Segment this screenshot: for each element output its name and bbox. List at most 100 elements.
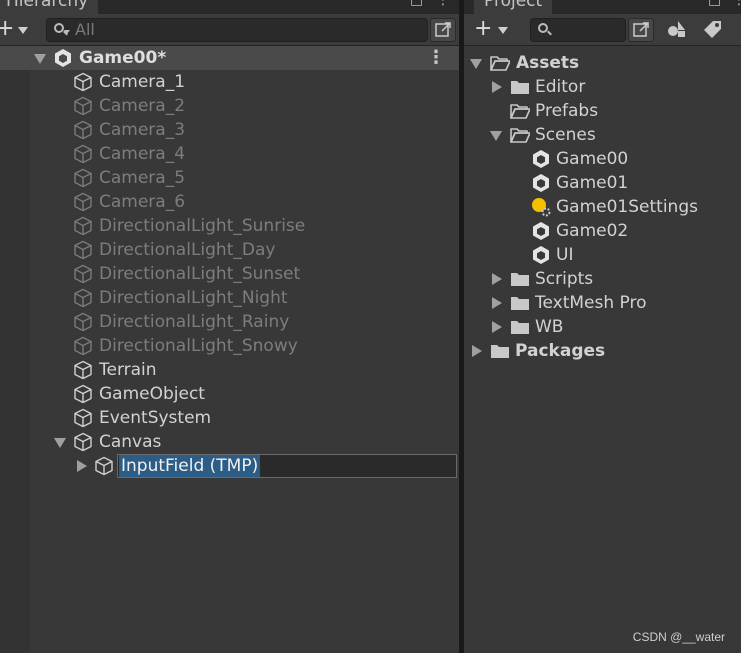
tree-item-file[interactable]: Game01 bbox=[464, 171, 741, 195]
foldout-expanded-icon[interactable] bbox=[54, 438, 66, 448]
hierarchy-item-label: DirectionalLight_Sunset bbox=[99, 264, 301, 284]
gameobject-cube-icon bbox=[74, 360, 92, 380]
hierarchy-item-label: GameObject bbox=[99, 384, 205, 404]
scene-header-row[interactable]: Game00* ⋮ bbox=[0, 46, 459, 70]
gameobject-cube-icon bbox=[74, 264, 92, 284]
unity-scene-icon bbox=[533, 246, 549, 264]
more-options-icon[interactable]: ⋮ bbox=[732, 0, 741, 7]
gameobject-cube-icon bbox=[74, 192, 92, 212]
folder-icon bbox=[511, 297, 529, 310]
tree-item-file[interactable]: Game00 bbox=[464, 147, 741, 171]
hierarchy-tab[interactable]: Hierarchy bbox=[0, 0, 99, 14]
tree-item-label: Game01 bbox=[556, 173, 629, 193]
create-dropdown-button[interactable]: + bbox=[0, 18, 34, 42]
hierarchy-item-label: Camera_6 bbox=[99, 192, 186, 212]
project-search-input[interactable] bbox=[530, 18, 626, 42]
plus-icon: + bbox=[0, 16, 15, 41]
tree-item-file[interactable]: Game02 bbox=[464, 219, 741, 243]
tree-item-folder[interactable]: WB bbox=[464, 315, 741, 339]
unity-scene-icon bbox=[533, 174, 549, 192]
project-toolbar: + bbox=[464, 14, 741, 46]
popout-icon bbox=[435, 22, 451, 37]
tree-item-file[interactable]: UI bbox=[464, 243, 741, 267]
hierarchy-search-input[interactable]: All bbox=[46, 18, 428, 42]
search-icon bbox=[538, 23, 548, 33]
tree-item-label: Prefabs bbox=[535, 101, 599, 121]
foldout-collapsed-icon[interactable] bbox=[492, 321, 502, 333]
hierarchy-item[interactable]: Camera_4 bbox=[0, 142, 459, 166]
tree-item-folder[interactable]: Editor bbox=[464, 75, 741, 99]
hierarchy-item-label: Canvas bbox=[99, 432, 162, 452]
folder-open-icon bbox=[510, 104, 530, 119]
hierarchy-item[interactable]: Terrain bbox=[0, 358, 459, 382]
hierarchy-item[interactable]: DirectionalLight_Day bbox=[0, 238, 459, 262]
unity-scene-icon bbox=[533, 150, 549, 168]
hierarchy-item[interactable]: DirectionalLight_Rainy bbox=[0, 310, 459, 334]
gameobject-cube-icon bbox=[74, 288, 92, 308]
create-asset-dropdown-button[interactable]: + bbox=[474, 18, 508, 42]
tree-item-packages[interactable]: Packages bbox=[464, 339, 741, 363]
scene-menu-icon[interactable]: ⋮ bbox=[427, 46, 445, 70]
hierarchy-tab-bar: Hierarchy □ ⋮ bbox=[0, 0, 459, 14]
search-popout-button[interactable] bbox=[628, 18, 654, 42]
tree-item-label: TextMesh Pro bbox=[535, 293, 647, 313]
project-tab[interactable]: Project bbox=[474, 0, 553, 14]
hierarchy-item[interactable]: EventSystem bbox=[0, 406, 459, 430]
tree-item-label: Scenes bbox=[535, 125, 596, 145]
foldout-expanded-icon[interactable] bbox=[490, 131, 502, 141]
foldout-expanded-icon[interactable] bbox=[34, 54, 46, 64]
foldout-expanded-icon[interactable] bbox=[470, 59, 482, 69]
lighting-settings-icon bbox=[532, 198, 551, 217]
hierarchy-item[interactable]: DirectionalLight_Sunset bbox=[0, 262, 459, 286]
chevron-down-icon bbox=[18, 27, 28, 34]
foldout-collapsed-icon[interactable] bbox=[77, 460, 87, 472]
tree-item-folder[interactable]: Scripts bbox=[464, 267, 741, 291]
hierarchy-item[interactable]: Camera_1 bbox=[0, 70, 459, 94]
hierarchy-panel: Hierarchy □ ⋮ + All Game00* ⋮ Camera_1 C… bbox=[0, 0, 459, 653]
maximize-icon[interactable]: □ bbox=[410, 0, 423, 7]
folder-icon bbox=[511, 81, 529, 94]
search-by-type-button[interactable] bbox=[666, 18, 690, 42]
foldout-collapsed-icon[interactable] bbox=[472, 345, 482, 357]
tree-item-folder[interactable]: TextMesh Pro bbox=[464, 291, 741, 315]
hierarchy-item[interactable]: DirectionalLight_Snowy bbox=[0, 334, 459, 358]
search-filter-dropdown-icon[interactable] bbox=[64, 30, 70, 34]
more-options-icon[interactable]: ⋮ bbox=[436, 0, 450, 7]
gameobject-cube-icon bbox=[74, 72, 92, 92]
hierarchy-item-label: Camera_3 bbox=[99, 120, 186, 140]
hierarchy-item[interactable]: Camera_3 bbox=[0, 118, 459, 142]
hierarchy-item[interactable]: DirectionalLight_Night bbox=[0, 286, 459, 310]
search-by-label-button[interactable] bbox=[702, 18, 726, 42]
hierarchy-item-selected[interactable]: InputField (TMP) bbox=[0, 454, 459, 478]
hierarchy-item[interactable]: Camera_2 bbox=[0, 94, 459, 118]
hierarchy-item-label: Camera_2 bbox=[99, 96, 186, 116]
gameobject-cube-icon bbox=[74, 408, 92, 428]
tree-item-file[interactable]: Game01Settings bbox=[464, 195, 741, 219]
tree-item-assets[interactable]: Assets bbox=[464, 51, 741, 75]
scene-visibility-button[interactable] bbox=[430, 18, 456, 42]
hierarchy-item-label: EventSystem bbox=[99, 408, 212, 428]
hierarchy-item-label: Camera_1 bbox=[99, 72, 186, 92]
tree-item-folder[interactable]: Scenes bbox=[464, 123, 741, 147]
gameobject-cube-icon bbox=[74, 216, 92, 236]
maximize-icon[interactable]: □ bbox=[708, 0, 721, 7]
tree-item-label: Assets bbox=[516, 53, 580, 73]
gameobject-cube-icon bbox=[74, 96, 92, 116]
hierarchy-item-label: DirectionalLight_Night bbox=[99, 288, 288, 308]
hierarchy-item[interactable]: Canvas bbox=[0, 430, 459, 454]
foldout-collapsed-icon[interactable] bbox=[492, 297, 502, 309]
hierarchy-item[interactable]: Camera_6 bbox=[0, 190, 459, 214]
hierarchy-item-label: Camera_5 bbox=[99, 168, 186, 188]
hierarchy-item[interactable]: Camera_5 bbox=[0, 166, 459, 190]
hierarchy-item[interactable]: GameObject bbox=[0, 382, 459, 406]
foldout-collapsed-icon[interactable] bbox=[492, 273, 502, 285]
folder-open-icon bbox=[510, 128, 530, 143]
tree-item-folder[interactable]: Prefabs bbox=[464, 99, 741, 123]
chevron-down-icon bbox=[498, 27, 508, 34]
foldout-collapsed-icon[interactable] bbox=[492, 81, 502, 93]
project-tab-bar: Project □ ⋮ bbox=[464, 0, 741, 14]
hierarchy-item-label: InputField (TMP) bbox=[119, 455, 261, 477]
hierarchy-item[interactable]: DirectionalLight_Sunrise bbox=[0, 214, 459, 238]
hierarchy-toolbar: + All bbox=[0, 14, 459, 46]
hierarchy-item-label: DirectionalLight_Sunrise bbox=[99, 216, 306, 236]
